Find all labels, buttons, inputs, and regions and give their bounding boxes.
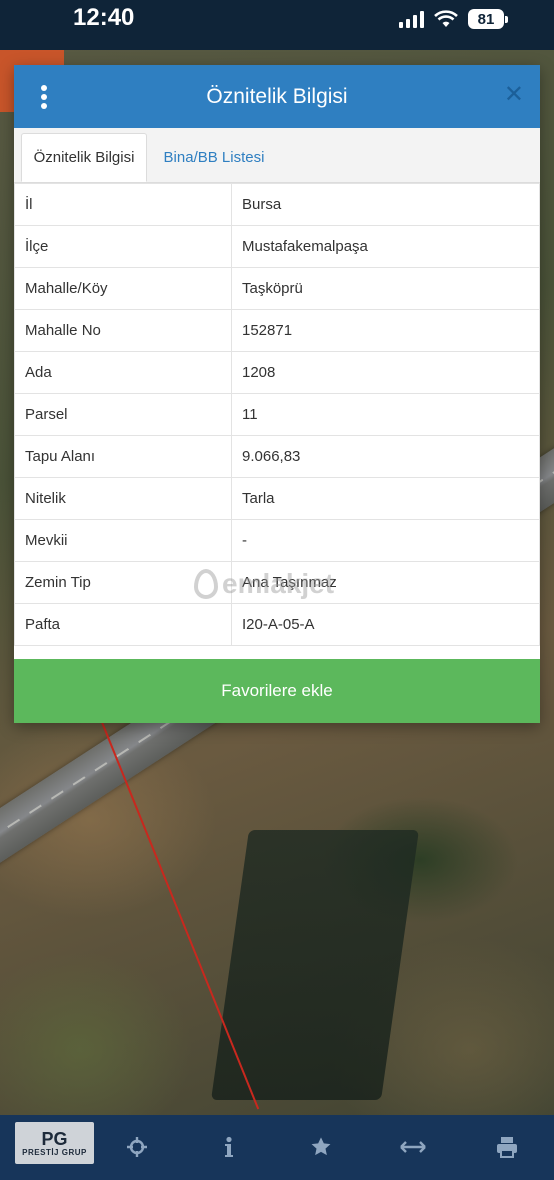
- star-icon[interactable]: [308, 1134, 334, 1160]
- row-value: Ana Taşınmaz: [231, 561, 540, 604]
- row-key: Pafta: [14, 603, 232, 646]
- table-row: Zemin Tip Ana Taşınmaz: [14, 561, 540, 604]
- row-key: İlçe: [14, 225, 232, 268]
- row-value: Tarla: [231, 477, 540, 520]
- close-icon[interactable]: ✕: [504, 83, 524, 107]
- table-row: Pafta I20-A-05-A: [14, 603, 540, 646]
- attribute-info-modal: Öznitelik Bilgisi ✕ Öznitelik Bilgisi Bi…: [14, 65, 540, 723]
- table-row: Ada 1208: [14, 351, 540, 394]
- row-key: İl: [14, 183, 232, 226]
- row-key: Zemin Tip: [14, 561, 232, 604]
- row-key: Tapu Alanı: [14, 435, 232, 478]
- battery-icon: 81: [468, 9, 508, 29]
- map-water-area: [211, 830, 419, 1100]
- wifi-icon: [434, 10, 458, 27]
- tab-building-list[interactable]: Bina/BB Listesi: [154, 133, 274, 182]
- row-value: 152871: [231, 309, 540, 352]
- tab-attribute-info[interactable]: Öznitelik Bilgisi: [21, 133, 147, 182]
- signal-icon: [399, 10, 424, 28]
- table-row: İlçe Mustafakemalpaşa: [14, 225, 540, 268]
- table-row: Parsel 11: [14, 393, 540, 436]
- row-value: Mustafakemalpaşa: [231, 225, 540, 268]
- table-row: İl Bursa: [14, 183, 540, 226]
- row-key: Mevkii: [14, 519, 232, 562]
- row-value: 9.066,83: [231, 435, 540, 478]
- row-value: I20-A-05-A: [231, 603, 540, 646]
- row-value: Bursa: [231, 183, 540, 226]
- logo-mark: PG: [41, 1128, 68, 1149]
- row-key: Mahalle No: [14, 309, 232, 352]
- table-row: Nitelik Tarla: [14, 477, 540, 520]
- battery-level: 81: [477, 10, 495, 28]
- crosshair-icon[interactable]: [124, 1134, 150, 1160]
- logo-text: PRESTİJ GRUP: [22, 1147, 87, 1157]
- modal-title: Öznitelik Bilgisi: [206, 84, 348, 108]
- status-icons: 81: [399, 8, 508, 30]
- kebab-menu-icon[interactable]: [40, 85, 48, 109]
- row-value: Taşköprü: [231, 267, 540, 310]
- status-time: 12:40: [73, 4, 135, 31]
- info-icon[interactable]: [216, 1134, 242, 1160]
- company-logo: PG PRESTİJ GRUP: [15, 1122, 94, 1164]
- row-key: Nitelik: [14, 477, 232, 520]
- row-value: 11: [231, 393, 540, 436]
- status-bar: 12:40 81: [0, 0, 554, 50]
- row-value: 1208: [231, 351, 540, 394]
- attribute-table: İl Bursa İlçe Mustafakemalpaşa Mahalle/Köy…: [14, 183, 540, 646]
- measure-arrows-icon[interactable]: [400, 1134, 426, 1160]
- row-key: Parsel: [14, 393, 232, 436]
- table-row: Mevkii -: [14, 519, 540, 562]
- row-key: Mahalle/Köy: [14, 267, 232, 310]
- parcel-boundary-line: [100, 719, 260, 1110]
- modal-tabs: Öznitelik Bilgisi Bina/BB Listesi: [14, 128, 540, 183]
- row-key: Ada: [14, 351, 232, 394]
- table-row: Mahalle No 152871: [14, 309, 540, 352]
- table-row: Mahalle/Köy Taşköprü: [14, 267, 540, 310]
- row-value: -: [231, 519, 540, 562]
- table-row: Tapu Alanı 9.066,83: [14, 435, 540, 478]
- print-icon[interactable]: [494, 1134, 520, 1160]
- modal-header: Öznitelik Bilgisi ✕: [14, 65, 540, 128]
- add-to-favorites-button[interactable]: Favorilere ekle: [14, 659, 540, 723]
